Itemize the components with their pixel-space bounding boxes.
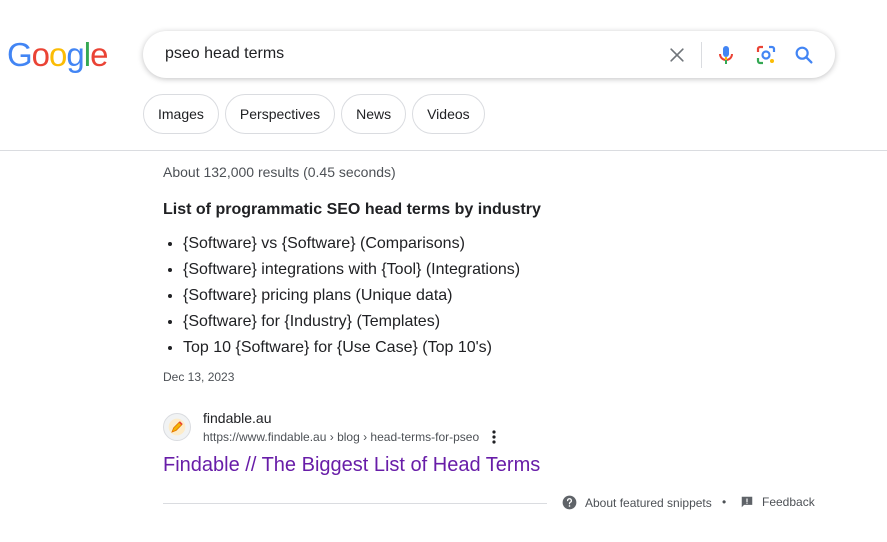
chip-perspectives[interactable]: Perspectives (224, 94, 336, 134)
featured-snippet-title: List of programmatic SEO head terms by i… (163, 201, 541, 218)
snippet-divider (163, 503, 547, 504)
list-item: {Software} vs {Software} (Comparisons) (183, 234, 520, 260)
snippet-date: Dec 13, 2023 (163, 370, 235, 384)
feedback-label: Feedback (762, 495, 815, 509)
list-item: {Software} integrations with {Tool} (Int… (183, 260, 520, 286)
chip-news[interactable]: News (341, 94, 407, 134)
result-stats: About 132,000 results (0.45 seconds) (163, 164, 396, 180)
about-featured-snippets-link[interactable]: About featured snippets (562, 495, 712, 510)
footer-separator: • (722, 495, 727, 509)
list-item: {Software} pricing plans (Unique data) (183, 286, 520, 312)
chip-videos[interactable]: Videos (412, 94, 485, 134)
result-site-name[interactable]: findable.au (203, 410, 272, 426)
camera-lens-icon[interactable] (754, 43, 778, 67)
filter-chips: Images Perspectives News Videos (143, 94, 485, 134)
pencil-icon (168, 418, 186, 436)
logo-letter: G (7, 36, 33, 73)
search-header: Google pseo head terms Images Perspectiv… (0, 0, 887, 151)
result-title-link[interactable]: Findable // The Biggest List of Head Ter… (163, 454, 540, 477)
logo-letter: e (90, 36, 108, 73)
about-featured-snippets-label: About featured snippets (585, 495, 712, 510)
result-url[interactable]: https://www.findable.au › blog › head-te… (203, 430, 479, 444)
help-icon (562, 495, 577, 510)
featured-snippet-list: {Software} vs {Software} (Comparisons) {… (163, 234, 520, 364)
google-logo[interactable]: Google (7, 36, 108, 73)
close-icon[interactable] (665, 43, 689, 67)
list-item: Top 10 {Software} for {Use Case} (Top 10… (183, 338, 520, 364)
logo-letter: g (66, 36, 84, 73)
feedback-icon (741, 496, 753, 508)
search-icon[interactable] (792, 43, 816, 67)
search-input[interactable] (163, 42, 643, 66)
feedback-link[interactable]: Feedback (740, 495, 815, 509)
more-options-icon[interactable] (486, 429, 502, 445)
mic-icon[interactable] (714, 43, 738, 67)
search-divider (701, 42, 702, 68)
logo-letter: o (49, 36, 67, 73)
site-favicon[interactable] (163, 413, 191, 441)
chip-images[interactable]: Images (143, 94, 219, 134)
list-item: {Software} for {Industry} (Templates) (183, 312, 520, 338)
search-box (143, 31, 835, 78)
logo-letter: o (31, 36, 50, 73)
